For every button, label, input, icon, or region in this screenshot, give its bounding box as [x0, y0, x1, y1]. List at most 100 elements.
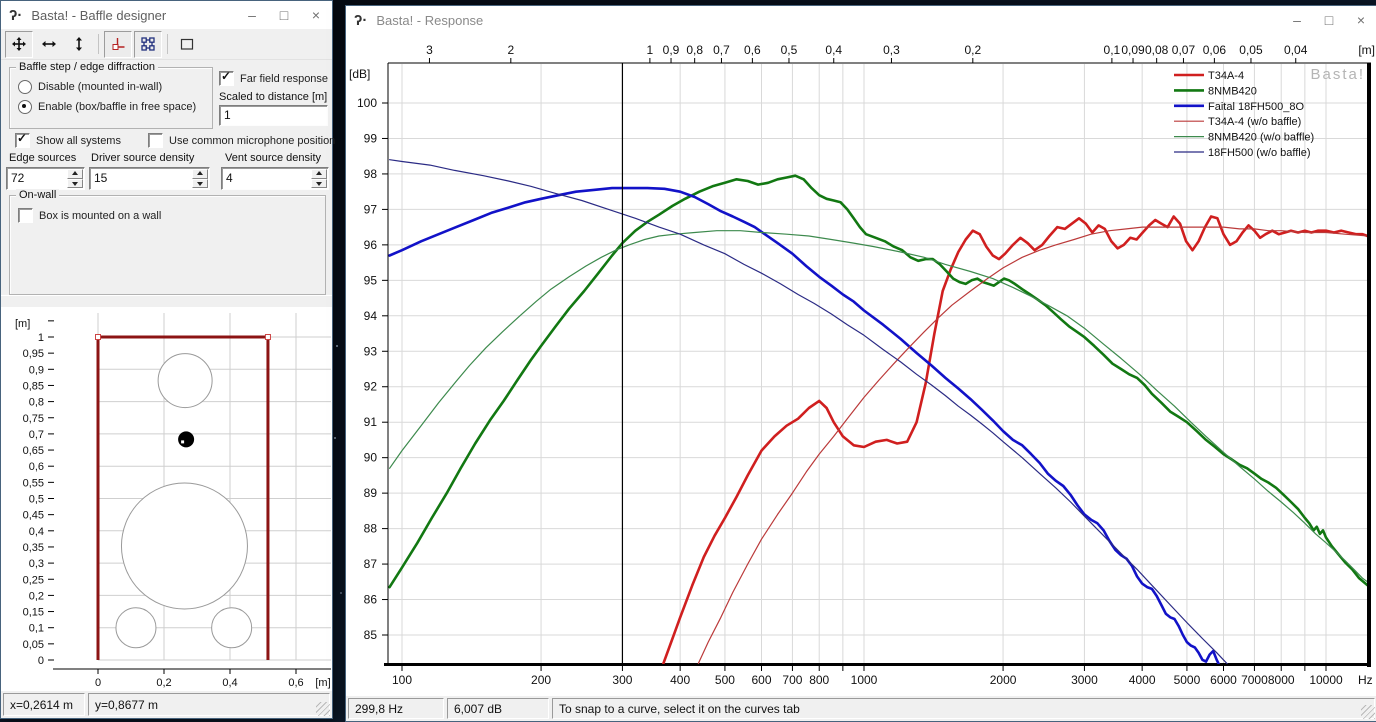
svg-text:0,9: 0,9 — [663, 43, 680, 57]
svg-text:0,1: 0,1 — [1104, 43, 1121, 57]
spin-down-icon[interactable] — [311, 179, 327, 189]
svg-text:T34A-4: T34A-4 — [1208, 70, 1244, 82]
svg-text:[dB]: [dB] — [349, 67, 370, 81]
microphone-marker[interactable] — [178, 431, 194, 447]
legend-item[interactable]: T34A-4 — [1174, 70, 1244, 82]
svg-text:86: 86 — [364, 593, 378, 607]
svg-text:3: 3 — [426, 43, 433, 57]
svg-text:89: 89 — [364, 486, 378, 500]
radio-disable-inwall[interactable]: Disable (mounted in-wall) — [18, 80, 162, 94]
diffraction-groupbox: Baffle step / edge diffraction Disable (… — [9, 67, 213, 129]
diffraction-group-legend: Baffle step / edge diffraction — [16, 61, 158, 73]
box-on-wall-checkbox[interactable]: Box is mounted on a wall — [18, 208, 161, 223]
common-microphone-checkbox[interactable]: Use common microphone position — [148, 133, 335, 148]
svg-text:93: 93 — [364, 344, 378, 358]
response-titlebar[interactable]: ʔ· Basta! - Response – □ × — [346, 6, 1376, 35]
resize-grip[interactable] — [316, 702, 330, 716]
svg-text:400: 400 — [670, 673, 690, 687]
svg-text:0,2: 0,2 — [964, 43, 981, 57]
close-button[interactable]: × — [1345, 6, 1376, 34]
svg-text:[m]: [m] — [15, 318, 30, 330]
minimize-button[interactable]: – — [1281, 6, 1313, 34]
svg-text:100: 100 — [392, 673, 412, 687]
close-button[interactable]: × — [300, 1, 332, 29]
port-left-cutout[interactable] — [116, 608, 156, 648]
svg-text:0,4: 0,4 — [222, 677, 237, 689]
svg-text:0,3: 0,3 — [29, 558, 44, 570]
series-8NMB420 (w/o baffle)[interactable] — [390, 231, 1368, 582]
baffle-titlebar[interactable]: ʔ· Basta! - Baffle designer – □ × — [1, 1, 332, 29]
scaled-distance-input[interactable]: 1 — [219, 105, 328, 126]
svg-text:0,9: 0,9 — [29, 364, 44, 376]
svg-text:1: 1 — [38, 332, 44, 344]
series-Faital 18FH500_8O[interactable] — [390, 188, 1221, 667]
svg-text:94: 94 — [364, 309, 378, 323]
svg-text:0,04: 0,04 — [1284, 43, 1308, 57]
horizontal-size-tool-button[interactable] — [35, 31, 63, 58]
rectangle-tool-button[interactable] — [173, 31, 201, 58]
radio-enable-freespace[interactable]: Enable (box/baffle in free space) — [18, 100, 196, 114]
driver-source-density-stepper[interactable]: 15 — [89, 167, 210, 190]
baffle-toolbar — [1, 29, 332, 60]
port-right-cutout[interactable] — [212, 608, 252, 648]
far-field-checkbox[interactable]: Far field response — [219, 71, 328, 86]
corner-origin-icon — [110, 36, 126, 52]
svg-text:0: 0 — [38, 655, 44, 667]
svg-text:91: 91 — [364, 415, 378, 429]
maximize-button[interactable]: □ — [268, 1, 300, 29]
status-cursor-frequency: 299,8 Hz — [348, 698, 444, 719]
svg-text:0,7: 0,7 — [713, 43, 730, 57]
response-chart[interactable]: Basta!858687888990919293949596979899100[… — [346, 34, 1376, 700]
spin-up-icon[interactable] — [67, 169, 83, 179]
legend-item[interactable]: 8NMB420 (w/o baffle) — [1174, 132, 1314, 144]
scaled-distance-label: Scaled to distance [m] — [219, 91, 327, 103]
svg-text:300: 300 — [612, 673, 632, 687]
spin-up-icon[interactable] — [192, 169, 208, 179]
svg-text:87: 87 — [364, 557, 378, 571]
legend-item[interactable]: T34A-4 (w/o baffle) — [1174, 116, 1301, 128]
chart-legend: T34A-48NMB420Faital 18FH500_8OT34A-4 (w/… — [1174, 70, 1314, 159]
driver-cutouts — [116, 354, 252, 648]
svg-text:1: 1 — [647, 43, 654, 57]
move-tool-button[interactable] — [5, 31, 33, 58]
status-x-coordinate: x=0,2614 m — [3, 693, 85, 716]
selection-handle[interactable] — [265, 335, 270, 340]
tweeter-cutout[interactable] — [158, 354, 212, 408]
svg-text:0,7: 0,7 — [29, 429, 44, 441]
checkbox-icon — [148, 133, 163, 148]
checkbox-icon — [219, 71, 234, 86]
svg-text:0,3: 0,3 — [883, 43, 900, 57]
edge-sources-stepper[interactable]: 72 — [6, 167, 85, 190]
spin-up-icon[interactable] — [311, 169, 327, 179]
selection-handle[interactable] — [96, 335, 101, 340]
vertical-size-tool-button[interactable] — [65, 31, 93, 58]
svg-text:3000: 3000 — [1071, 673, 1098, 687]
svg-text:5000: 5000 — [1174, 673, 1201, 687]
desktop-star — [340, 592, 342, 594]
svg-text:0,6: 0,6 — [744, 43, 761, 57]
basta-logo-icon: ʔ· — [9, 8, 22, 23]
minimize-button[interactable]: – — [236, 1, 268, 29]
edge-sources-label: Edge sources — [9, 152, 76, 164]
checkbox-icon — [15, 133, 30, 148]
svg-text:0,65: 0,65 — [23, 445, 44, 457]
show-all-systems-checkbox[interactable]: Show all systems — [15, 133, 121, 148]
spin-down-icon[interactable] — [67, 179, 83, 189]
series-T34A-4 (w/o baffle)[interactable] — [698, 227, 1367, 663]
svg-text:100: 100 — [357, 96, 377, 110]
vent-source-density-stepper[interactable]: 4 — [221, 167, 329, 190]
resize-grip[interactable] — [1361, 705, 1375, 719]
on-wall-legend: On-wall — [16, 189, 59, 201]
legend-item[interactable]: 18FH500 (w/o baffle) — [1174, 147, 1311, 159]
woofer-cutout[interactable] — [121, 483, 247, 609]
radio-icon — [18, 100, 32, 114]
maximize-button[interactable]: □ — [1313, 6, 1345, 34]
svg-text:0,06: 0,06 — [1203, 43, 1227, 57]
edge-sources-tool-button[interactable] — [134, 31, 162, 58]
baffle-canvas[interactable]: [m]10,950,90,850,80,750,70,650,60,550,50… — [1, 307, 332, 695]
svg-text:0,15: 0,15 — [23, 607, 44, 619]
origin-tool-button[interactable] — [104, 31, 132, 58]
status-y-coordinate: y=0,8677 m — [88, 693, 330, 716]
spin-down-icon[interactable] — [192, 179, 208, 189]
arrow-vertical-icon — [71, 36, 87, 52]
